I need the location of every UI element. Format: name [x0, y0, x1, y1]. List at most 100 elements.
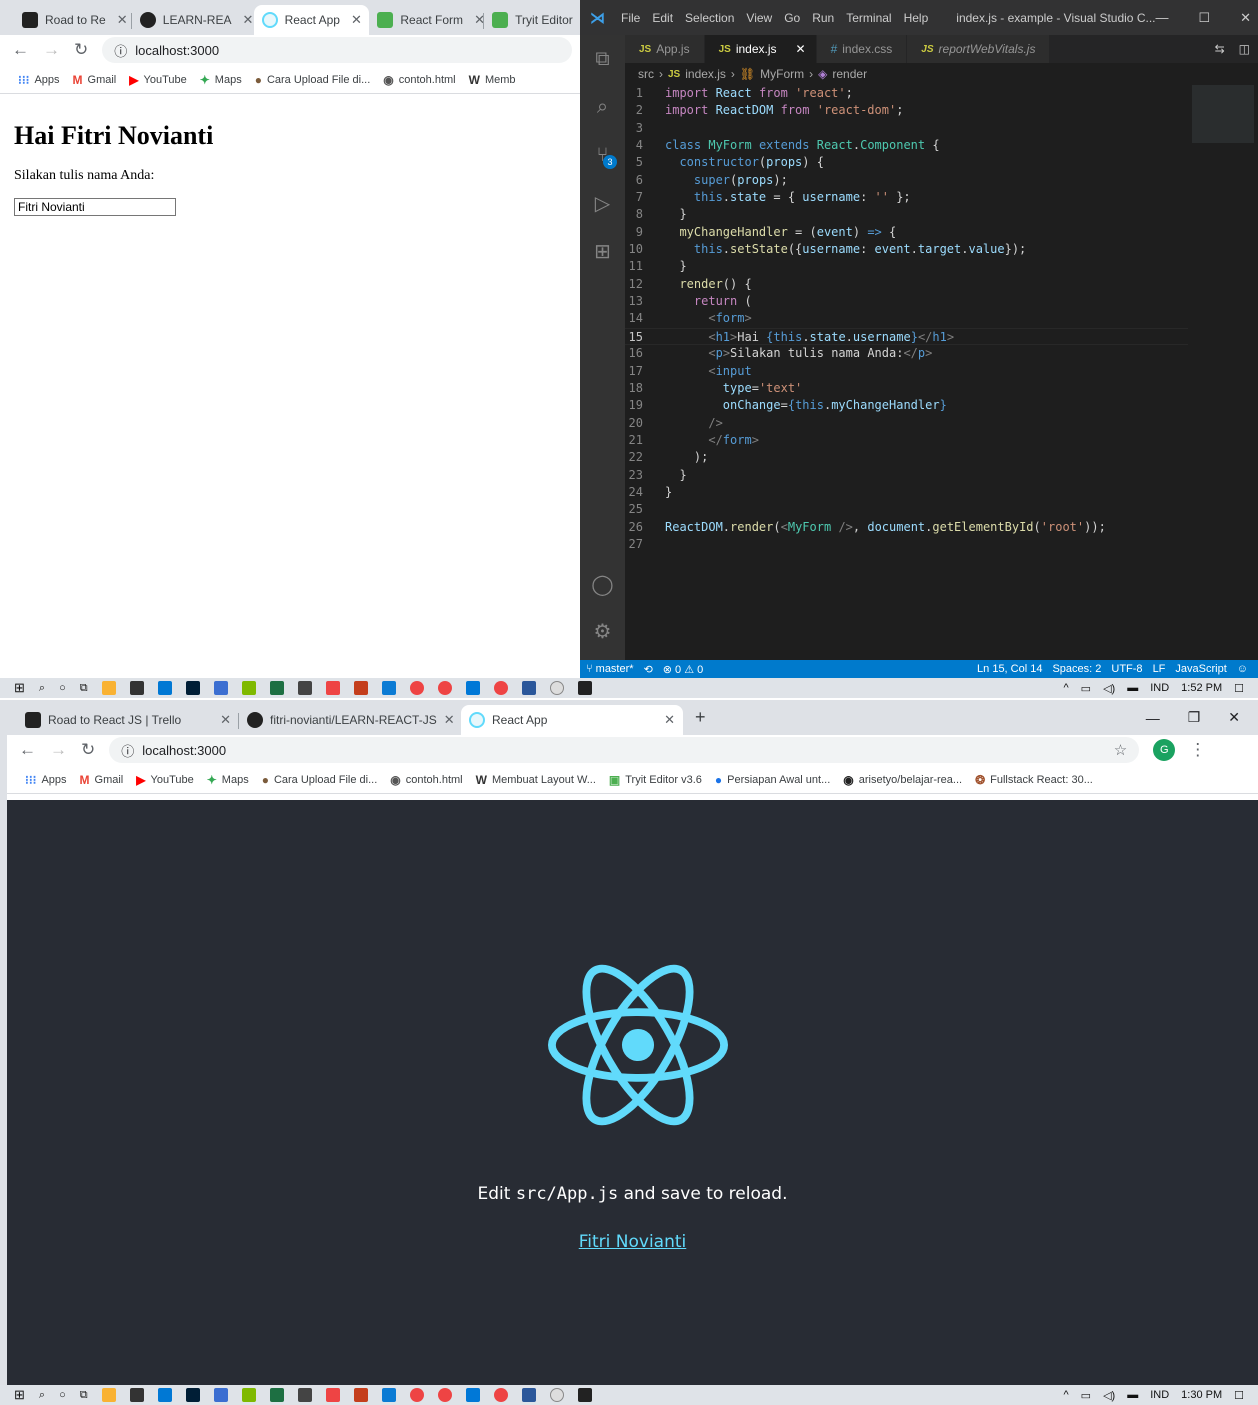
excel-icon[interactable] — [269, 1388, 284, 1402]
volume-icon[interactable]: ◁) — [1103, 1389, 1115, 1402]
close-icon[interactable]: ✕ — [220, 712, 231, 728]
breadcrumb-method[interactable]: render — [832, 67, 867, 81]
menu-terminal[interactable]: Terminal — [840, 11, 897, 25]
vscode-icon[interactable] — [465, 681, 480, 695]
word-icon[interactable] — [521, 1388, 536, 1402]
store-icon[interactable] — [129, 1388, 144, 1402]
restore-icon[interactable]: ❐ — [1188, 709, 1201, 726]
tab-react-app[interactable]: React App ✕ — [461, 705, 683, 735]
bookmark-gmail[interactable]: M Gmail — [73, 73, 117, 87]
reload-icon[interactable]: ↻ — [81, 740, 95, 760]
app-icon[interactable] — [549, 1388, 564, 1402]
tab-trello[interactable]: Road to React JS | Trello ✕ — [17, 705, 239, 735]
run-debug-icon[interactable]: ▷ — [580, 179, 625, 227]
close-icon[interactable]: ✕ — [117, 12, 128, 28]
battery-icon[interactable]: ▬ — [1127, 1389, 1138, 1401]
explorer-icon[interactable]: ⧉ — [580, 35, 625, 83]
chrome-icon[interactable] — [493, 681, 508, 695]
bookmark-apps[interactable]: ⁝⁝⁝ Apps — [25, 773, 67, 787]
clock[interactable]: 1:52 PM — [1181, 682, 1222, 694]
code-editor[interactable]: 1 import React from 'react'; 2 import Reac… — [625, 85, 1188, 658]
menu-edit[interactable]: Edit — [646, 11, 679, 25]
breadcrumb-folder[interactable]: src — [638, 67, 654, 81]
close-icon[interactable]: ✕ — [242, 12, 253, 28]
menu-go[interactable]: Go — [778, 11, 806, 25]
menu-file[interactable]: File — [615, 11, 646, 25]
notification-icon[interactable]: ☐ — [1234, 1389, 1244, 1402]
menu-selection[interactable]: Selection — [679, 11, 740, 25]
minimize-icon[interactable]: — — [1155, 10, 1168, 26]
minimap[interactable] — [1192, 85, 1254, 143]
search-icon[interactable]: ⌕ — [39, 682, 45, 695]
windows-start-icon[interactable]: ⊞ — [14, 680, 25, 696]
close-icon[interactable]: ✕ — [664, 712, 675, 728]
forward-icon[interactable]: → — [43, 40, 60, 60]
app-icon[interactable] — [241, 1388, 256, 1402]
app-icon[interactable] — [549, 681, 564, 695]
bookmark-maps[interactable]: ✦ Maps — [200, 73, 242, 87]
sync-icon[interactable]: ⟲ — [644, 663, 653, 676]
bookmark-tryit[interactable]: ▣ Tryit Editor v3.6 — [609, 773, 702, 787]
name-link[interactable]: Fitri Novianti — [7, 1232, 1258, 1252]
back-icon[interactable]: ← — [12, 40, 29, 60]
photoshop-icon[interactable] — [185, 681, 200, 695]
tab-trello[interactable]: Road to Re ✕ — [14, 5, 132, 35]
editor-tab-app-js[interactable]: JS App.js — [625, 35, 705, 63]
encoding-indicator[interactable]: UTF-8 — [1111, 663, 1142, 675]
bookmark-membuat[interactable]: W Memb — [469, 73, 516, 87]
extensions-icon[interactable]: ⊞ — [580, 227, 625, 275]
tray-chevron-icon[interactable]: ^ — [1064, 682, 1069, 694]
close-icon[interactable]: ✕ — [1228, 709, 1240, 726]
windows-start-icon[interactable]: ⊞ — [14, 1387, 25, 1403]
address-bar[interactable]: ⓘ localhost:3000 — [102, 37, 573, 63]
excel-icon[interactable] — [269, 681, 284, 695]
chrome-icon[interactable] — [409, 1388, 424, 1402]
bookmark-apps[interactable]: ⁝⁝⁝ Apps — [18, 73, 60, 87]
mail-icon[interactable] — [157, 1388, 172, 1402]
source-control-icon[interactable]: ⑂ 3 — [580, 131, 625, 179]
cursor-position[interactable]: Ln 15, Col 14 — [977, 663, 1042, 675]
bookmark-arisetyo[interactable]: ◉ arisetyo/belajar-rea... — [843, 773, 962, 787]
app-icon[interactable] — [297, 1388, 312, 1402]
menu-help[interactable]: Help — [898, 11, 935, 25]
battery-icon[interactable]: ▬ — [1127, 682, 1138, 694]
tab-github[interactable]: fitri-novianti/LEARN-REACT-JS ✕ — [239, 705, 461, 735]
indentation-indicator[interactable]: Spaces: 2 — [1052, 663, 1101, 675]
split-editor-icon[interactable]: ◫ — [1239, 42, 1250, 56]
powerpoint-icon[interactable] — [353, 1388, 368, 1402]
avatar[interactable]: G — [1153, 739, 1176, 761]
editor-tab-index-css[interactable]: # index.css — [816, 35, 908, 63]
bookmark-cara-upload[interactable]: ● Cara Upload File di... — [255, 73, 371, 87]
bookmark-star-icon[interactable]: ☆ — [1114, 741, 1127, 759]
problems-indicator[interactable]: ⊗ 0 ⚠ 0 — [663, 663, 703, 676]
terminal-icon[interactable] — [577, 1388, 592, 1402]
network-icon[interactable]: ▭ — [1081, 1389, 1091, 1402]
bookmark-youtube[interactable]: ▶ YouTube — [129, 73, 186, 87]
bookmark-contoh[interactable]: ◉ contoh.html — [390, 773, 462, 787]
chrome-icon[interactable] — [437, 1388, 452, 1402]
search-icon[interactable]: ⌕ — [39, 1389, 45, 1402]
breadcrumb-file[interactable]: index.js — [685, 67, 726, 81]
edge-icon[interactable] — [381, 1388, 396, 1402]
chrome-icon[interactable] — [409, 681, 424, 695]
bookmark-persiapan[interactable]: ● Persiapan Awal unt... — [715, 773, 830, 787]
editor-tab-report-web-vitals[interactable]: JS reportWebVitals.js — [907, 35, 1051, 63]
bookmark-youtube[interactable]: ▶ YouTube — [136, 773, 193, 787]
tab-react-form[interactable]: React Form ✕ — [369, 5, 485, 35]
photoshop-icon[interactable] — [185, 1388, 200, 1402]
close-icon[interactable]: ✕ — [796, 42, 806, 56]
chrome-icon[interactable] — [493, 1388, 508, 1402]
branch-indicator[interactable]: ⑂ master* — [586, 663, 634, 675]
settings-gear-icon[interactable]: ⚙ — [580, 607, 625, 655]
language-indicator[interactable]: IND — [1150, 1389, 1169, 1401]
volume-icon[interactable]: ◁) — [1103, 682, 1115, 695]
menu-dots-icon[interactable]: ⋮ — [1189, 740, 1206, 760]
menu-run[interactable]: Run — [806, 11, 840, 25]
editor-tab-index-js[interactable]: JS index.js ✕ — [704, 35, 817, 63]
word-icon[interactable] — [521, 681, 536, 695]
clock[interactable]: 1:30 PM — [1181, 1389, 1222, 1401]
store-icon[interactable] — [129, 681, 144, 695]
reload-icon[interactable]: ↻ — [74, 40, 88, 60]
edge-icon[interactable] — [381, 681, 396, 695]
terminal-icon[interactable] — [577, 681, 592, 695]
